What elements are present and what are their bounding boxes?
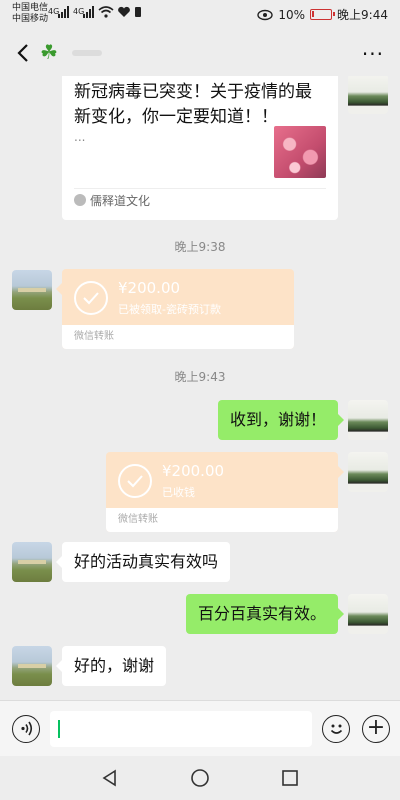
transfer-amount: ¥200.00 (118, 279, 181, 297)
signal-icon (58, 6, 69, 18)
avatar-me[interactable] (348, 594, 388, 634)
voice-button[interactable] (12, 715, 40, 743)
chevron-left-icon[interactable] (12, 39, 36, 67)
battery-icon (310, 9, 336, 20)
article-source: 儒释道文化 (90, 194, 151, 208)
phone-battery-icon (135, 7, 141, 17)
transfer-status: 已被领取-瓷砖预订款 (118, 303, 221, 316)
wifi-icon (98, 6, 114, 18)
status-bar: 中国电信 中国移动 4G 4G 10% 晚上9:44 (0, 0, 400, 30)
add-button[interactable]: + (362, 715, 390, 743)
clock: 晚上9:44 (337, 8, 388, 22)
article-ellipsis: ... (74, 130, 86, 144)
article-title: 新冠病毒已突变！关于疫情的最新变化，你一定要知道！！ (74, 82, 312, 127)
carrier-2: 中国移动 (12, 14, 49, 24)
message-received[interactable]: 好的，谢谢 (55, 646, 167, 686)
nav-recents-icon[interactable] (280, 768, 300, 788)
nav-back-icon[interactable] (100, 768, 120, 788)
eye-icon (257, 9, 274, 20)
emoji-icon (330, 724, 342, 734)
signal-icon (83, 6, 94, 18)
four-leaf-clover-icon: ☘ (40, 40, 58, 64)
nav-home-icon[interactable] (190, 768, 210, 788)
transfer-card-received[interactable]: ¥200.00 已被领取-瓷砖预订款 微信转账 (56, 269, 294, 349)
transfer-amount: ¥200.00 (162, 462, 225, 480)
transfer-label: 微信转账 (106, 508, 338, 532)
transfer-label: 微信转账 (62, 325, 294, 349)
avatar-me[interactable] (348, 400, 388, 440)
carrier-1: 中国电信 (12, 3, 49, 13)
message-sent[interactable]: 百分百真实有效。 (185, 594, 345, 634)
input-bar: + (0, 700, 400, 756)
status-right: 10% 晚上9:44 (257, 6, 388, 23)
transfer-status: 已收钱 (162, 486, 195, 499)
transfer-body: ¥200.00 已被领取-瓷砖预订款 (62, 269, 294, 325)
timestamp: 晚上9:43 (174, 370, 226, 384)
message-input[interactable] (50, 711, 312, 747)
more-options-button[interactable]: ··· (362, 42, 384, 66)
avatar-contact[interactable] (12, 646, 52, 686)
avatar-me[interactable] (348, 76, 388, 114)
voice-icon (20, 721, 32, 736)
transfer-body: ¥200.00 已收钱 (106, 452, 338, 508)
avatar-contact[interactable] (12, 542, 52, 582)
timestamp: 晚上9:38 (174, 240, 226, 254)
source-icon (74, 194, 86, 206)
carrier-labels: 中国电信 中国移动 (12, 3, 48, 25)
heart-icon (118, 6, 130, 17)
message-received[interactable]: 好的活动真实有效吗 (55, 542, 231, 582)
chat-header: ☘ ··· (0, 30, 400, 76)
chat-area[interactable]: 新冠病毒已突变！关于疫情的最新变化，你一定要知道！！ ... 儒释道文化 晚上9… (0, 76, 400, 700)
check-icon (127, 475, 143, 488)
system-nav-bar (0, 756, 400, 800)
check-circle-icon (74, 281, 108, 315)
battery-percent: 10% (278, 7, 306, 22)
article-card[interactable]: 新冠病毒已突变！关于疫情的最新变化，你一定要知道！！ ... 儒释道文化 (62, 76, 338, 220)
text-cursor (58, 720, 60, 738)
transfer-card-sent[interactable]: ¥200.00 已收钱 微信转账 (106, 452, 344, 532)
article-thumbnail (274, 126, 326, 178)
check-circle-icon (118, 464, 152, 498)
divider (74, 188, 326, 189)
check-icon (83, 292, 99, 305)
avatar-me[interactable] (348, 452, 388, 492)
contact-name-redacted (72, 50, 102, 56)
emoji-button[interactable] (322, 715, 350, 743)
avatar-contact[interactable] (12, 270, 52, 310)
message-sent[interactable]: 收到，谢谢！ (217, 400, 345, 440)
